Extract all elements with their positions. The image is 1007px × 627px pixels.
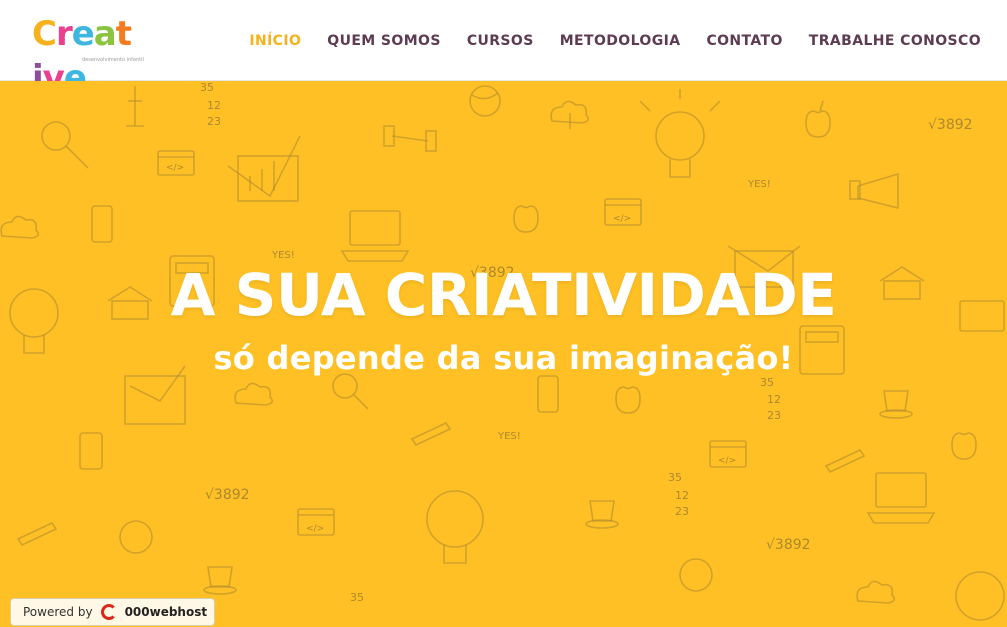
- globe-icon: [469, 85, 501, 117]
- code-label-1: </>: [166, 163, 184, 173]
- main-nav: INÍCIO QUEM SOMOS CURSOS METODOLOGIA CON…: [249, 0, 981, 81]
- cloud-icon: [550, 100, 590, 129]
- num-35-d: 35: [350, 591, 364, 604]
- powered-by-badge[interactable]: Powered by 000webhost: [10, 598, 215, 626]
- pencil-icon: [410, 421, 452, 447]
- powered-by-label: Powered by: [23, 605, 93, 619]
- num-35-b: 35: [760, 376, 774, 389]
- phone-icon: [91, 205, 113, 243]
- nav-trabalhe-conosco[interactable]: TRABALHE CONOSCO: [809, 33, 981, 49]
- apple-icon-4: [951, 432, 977, 460]
- logo-letter: r: [55, 14, 73, 54]
- hero-subtitle: só depende da sua imaginação!: [213, 339, 794, 377]
- pencil-icon-2: [824, 448, 866, 474]
- cloud-icon-3: [234, 382, 274, 406]
- tower-icon: [126, 86, 144, 127]
- magnifier-icon: [41, 121, 89, 169]
- bulb-icon-3: [426, 490, 484, 564]
- logo-tagline: desenvolvimento infantil: [82, 57, 144, 63]
- chart-icon: [227, 135, 301, 202]
- site-logo[interactable]: Creative desenvolvimento infantil: [32, 12, 144, 98]
- dumbbell-icon: [383, 125, 437, 152]
- num-23-b: 23: [767, 409, 781, 422]
- laptop-icon-3: [866, 472, 936, 524]
- logo-letter: t: [115, 14, 132, 54]
- magnifier-icon-2: [332, 373, 369, 410]
- code-label-2: </>: [613, 214, 631, 224]
- num-12-b: 12: [767, 393, 781, 406]
- yes-label-1: YES!: [747, 179, 771, 190]
- bulb-icon-4: [955, 571, 1005, 621]
- hero-banner: </> 35 12 23 √3892 </> YES! YES! √3892 3…: [0, 81, 1007, 627]
- logo-letter: C: [32, 14, 57, 54]
- num-35-a: 35: [200, 81, 214, 94]
- pencil-icon-3: [16, 521, 58, 547]
- webhost-logo-icon: [100, 604, 117, 620]
- nav-metodologia[interactable]: METODOLOGIA: [560, 33, 681, 49]
- globe-icon-3: [679, 558, 713, 592]
- phone-icon-3: [79, 432, 103, 470]
- apple-icon-3: [615, 386, 641, 414]
- coffee-cup-icon: [879, 390, 913, 419]
- nav-inicio[interactable]: INÍCIO: [249, 33, 301, 49]
- phone-icon-2: [537, 375, 559, 413]
- num-23-c: 23: [675, 505, 689, 518]
- apple-icon-2: [513, 205, 539, 233]
- megaphone-icon: [849, 172, 899, 210]
- logo-letter: e: [71, 14, 95, 54]
- coffee-cup-icon-3: [203, 566, 237, 595]
- num-23-a: 23: [207, 115, 221, 128]
- nav-cursos[interactable]: CURSOS: [467, 33, 534, 49]
- globe-icon-2: [119, 520, 153, 554]
- logo-letter: a: [93, 14, 117, 54]
- site-header: Creative desenvolvimento infantil INÍCIO…: [0, 0, 1007, 98]
- bulb-icon: [639, 89, 721, 178]
- cloud-icon-4: [856, 580, 896, 604]
- code-label-4: </>: [306, 524, 324, 534]
- sqrt-label-4: √3892: [766, 537, 811, 553]
- nav-contato[interactable]: CONTATO: [706, 33, 782, 49]
- yes-label-3: YES!: [497, 431, 521, 442]
- laptop-icon: [340, 210, 410, 262]
- sqrt-label-1: √3892: [928, 117, 973, 133]
- coffee-cup-icon-2: [585, 500, 619, 529]
- num-12-c: 12: [675, 489, 689, 502]
- yes-label-2: YES!: [271, 250, 295, 261]
- num-12-a: 12: [207, 99, 221, 112]
- num-35-c: 35: [668, 471, 682, 484]
- apple-icon: [805, 100, 831, 138]
- code-label-3: </>: [718, 456, 736, 466]
- nav-quem-somos[interactable]: QUEM SOMOS: [327, 33, 441, 49]
- cloud-icon-2: [0, 215, 40, 239]
- sqrt-label-3: √3892: [205, 487, 250, 503]
- hero-title: A SUA CRIATIVIDADE: [170, 261, 837, 329]
- webhost-brand: 000webhost: [124, 605, 208, 619]
